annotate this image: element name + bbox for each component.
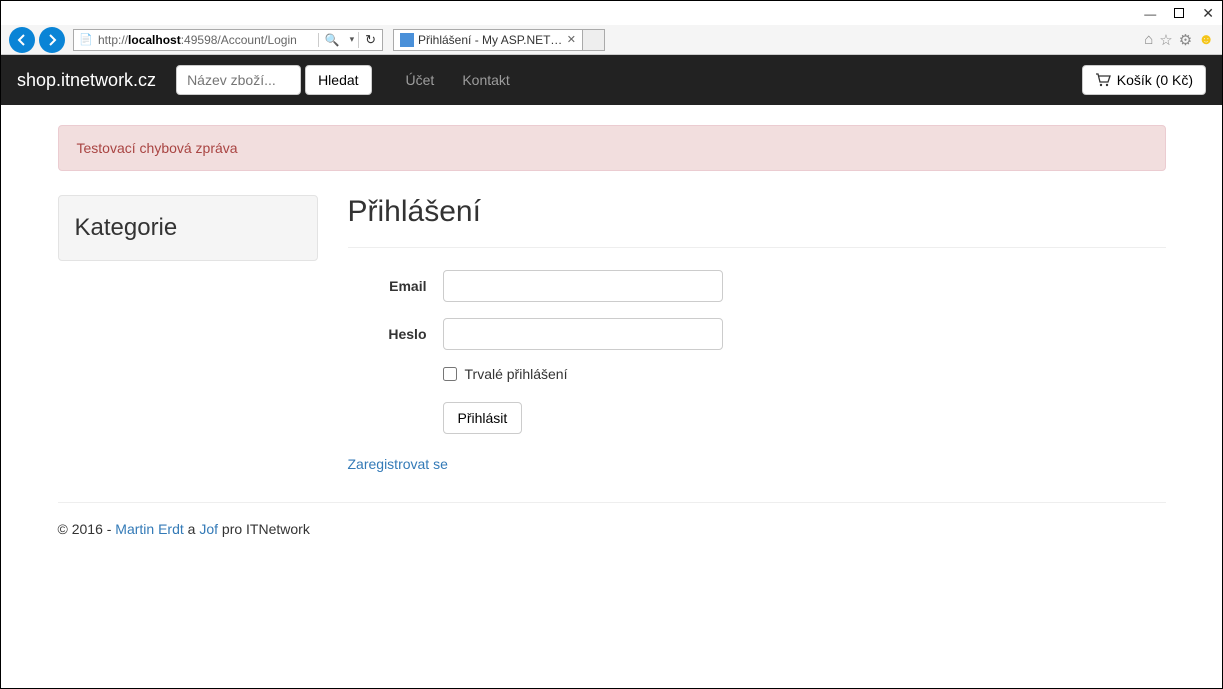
site-brand[interactable]: shop.itnetwork.cz (17, 70, 156, 91)
page-title: Přihlášení (348, 195, 1166, 229)
site-navbar: shop.itnetwork.cz Hledat Účet Kontakt Ko… (1, 55, 1222, 105)
footer-sep: a (184, 521, 200, 537)
page-viewport: shop.itnetwork.cz Hledat Účet Kontakt Ko… (1, 55, 1222, 688)
email-input[interactable] (443, 270, 723, 302)
window-maximize-button[interactable] (1174, 8, 1184, 18)
sidebar: Kategorie (58, 195, 318, 472)
cart-label: Košík (0 Kč) (1117, 72, 1193, 88)
product-search-input[interactable] (176, 65, 301, 95)
site-footer: © 2016 - Martin Erdt a Jof pro ITNetwork (58, 502, 1166, 537)
form-row-submit: Přihlásit (443, 402, 1166, 434)
refresh-button[interactable]: ↻ (358, 32, 382, 48)
cart-button[interactable]: Košík (0 Kč) (1082, 65, 1206, 95)
page-favicon-icon: 📄 (78, 32, 94, 48)
error-alert: Testovací chybová zpráva (58, 125, 1166, 171)
form-row-email: Email (348, 270, 1166, 302)
main-content: Přihlášení Email Heslo Trvalé přihlášení (348, 195, 1166, 472)
browser-tool-icons: ⌂ ☆ ⚙ ☻ (1144, 31, 1214, 49)
tab-close-button[interactable]: ✕ (567, 33, 576, 46)
remember-checkbox[interactable] (443, 367, 457, 381)
search-icon[interactable]: 🔍 (318, 33, 346, 47)
tab-title: Přihlášení - My ASP.NET Ap... (418, 33, 563, 47)
footer-suffix: pro ITNetwork (218, 521, 310, 537)
dropdown-icon[interactable]: ▾ (346, 34, 359, 45)
window-titlebar (1, 1, 1222, 25)
register-link[interactable]: Zaregistrovat se (348, 456, 448, 472)
feedback-smiley-icon[interactable]: ☻ (1198, 31, 1214, 48)
new-tab-button[interactable] (583, 29, 605, 51)
back-button[interactable] (9, 27, 35, 53)
remember-label: Trvalé přihlášení (465, 366, 568, 382)
login-submit-button[interactable]: Přihlásit (443, 402, 523, 434)
categories-panel: Kategorie (58, 195, 318, 261)
browser-window: 📄 http://localhost:49598/Account/Login 🔍… (0, 0, 1223, 689)
address-bar[interactable]: 📄 http://localhost:49598/Account/Login 🔍… (73, 29, 383, 51)
favorites-icon[interactable]: ☆ (1159, 31, 1172, 49)
forward-button[interactable] (39, 27, 65, 53)
cart-icon (1095, 73, 1111, 87)
divider (348, 247, 1166, 248)
browser-toolbar: 📄 http://localhost:49598/Account/Login 🔍… (1, 25, 1222, 55)
password-label: Heslo (348, 326, 443, 342)
tab-favicon-icon (400, 33, 414, 47)
arrow-right-icon (45, 33, 59, 47)
nav-link-contact[interactable]: Kontakt (462, 72, 509, 88)
form-row-remember: Trvalé přihlášení (443, 366, 1166, 382)
address-url: http://localhost:49598/Account/Login (98, 33, 318, 47)
email-label: Email (348, 278, 443, 294)
nav-link-account[interactable]: Účet (406, 72, 435, 88)
error-message: Testovací chybová zpráva (77, 140, 238, 156)
form-row-password: Heslo (348, 318, 1166, 350)
tab-strip: Přihlášení - My ASP.NET Ap... ✕ (393, 29, 605, 51)
browser-tab-active[interactable]: Přihlášení - My ASP.NET Ap... ✕ (393, 29, 583, 51)
window-minimize-button[interactable] (1144, 5, 1156, 21)
arrow-left-icon (15, 33, 29, 47)
window-close-button[interactable] (1202, 5, 1214, 22)
settings-gear-icon[interactable]: ⚙ (1179, 31, 1192, 49)
password-input[interactable] (443, 318, 723, 350)
footer-author2-link[interactable]: Jof (199, 521, 218, 537)
home-icon[interactable]: ⌂ (1144, 31, 1153, 48)
footer-author1-link[interactable]: Martin Erdt (115, 521, 183, 537)
product-search-button[interactable]: Hledat (305, 65, 371, 95)
footer-prefix: © 2016 - (58, 521, 116, 537)
categories-heading: Kategorie (75, 214, 301, 242)
